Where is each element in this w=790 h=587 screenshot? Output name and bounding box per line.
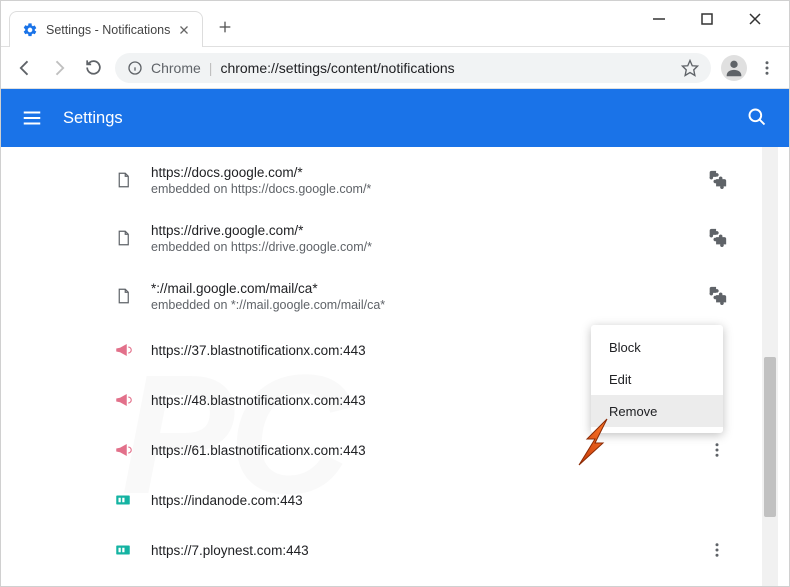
omnibox-path: chrome://settings/content/notifications [220,60,454,76]
site-embedded-label: embedded on https://docs.google.com/* [151,182,687,196]
site-url: https://indanode.com:443 [151,493,687,508]
forward-button[interactable] [47,56,71,80]
site-row[interactable]: https://docs.google.com/* embedded on htt… [113,151,729,209]
extension-icon[interactable] [705,284,729,308]
extension-icon[interactable] [705,168,729,192]
site-favicon-icon [113,286,133,306]
browser-tab[interactable]: Settings - Notifications [9,11,203,47]
site-text: https://drive.google.com/* embedded on ht… [151,223,687,254]
site-row[interactable]: https://indanode.com:443 [113,475,729,525]
menu-icon[interactable] [21,107,43,129]
spacer [705,488,729,512]
site-favicon-icon [113,540,133,560]
site-row[interactable]: https://7.ploynest.com:443 [113,525,729,575]
site-url: *://mail.google.com/mail/ca* [151,281,687,296]
site-url: https://drive.google.com/* [151,223,687,238]
site-text: *://mail.google.com/mail/ca* embedded on … [151,281,687,312]
scrollbar-thumb[interactable] [764,357,776,517]
extension-icon[interactable] [705,226,729,250]
context-menu-item-block[interactable]: Block [591,331,723,363]
site-row[interactable]: *://mail.google.com/mail/ca* embedded on … [113,267,729,325]
site-embedded-label: embedded on https://drive.google.com/* [151,240,687,254]
bookmark-star-icon[interactable] [681,59,699,77]
maximize-button[interactable] [697,9,717,29]
search-icon[interactable] [747,107,769,129]
site-text: https://7.ploynest.com:443 [151,543,687,558]
profile-avatar[interactable] [721,55,747,81]
site-more-button[interactable] [705,538,729,562]
site-text: https://docs.google.com/* embedded on htt… [151,165,687,196]
context-menu-item-edit[interactable]: Edit [591,363,723,395]
site-favicon-icon [113,440,133,460]
minimize-button[interactable] [649,9,669,29]
close-tab-icon[interactable] [178,24,190,36]
back-button[interactable] [13,56,37,80]
window-titlebar: Settings - Notifications [1,1,789,47]
omnibox-host: Chrome [151,60,201,76]
site-favicon-icon [113,490,133,510]
new-tab-button[interactable] [211,13,239,41]
chrome-menu-button[interactable] [757,56,777,80]
site-favicon-icon [113,228,133,248]
site-favicon-icon [113,390,133,410]
site-url: https://7.ploynest.com:443 [151,543,687,558]
omnibox-separator: | [209,60,213,76]
close-window-button[interactable] [745,9,765,29]
site-text: https://indanode.com:443 [151,493,687,508]
annotation-arrow-icon [565,415,625,475]
site-info-icon[interactable] [127,60,143,76]
site-row[interactable]: https://drive.google.com/* embedded on ht… [113,209,729,267]
site-more-button[interactable] [705,438,729,462]
browser-toolbar: Chrome | chrome://settings/content/notif… [1,47,789,89]
settings-gear-icon [22,22,38,38]
site-favicon-icon [113,170,133,190]
window-controls [649,1,789,29]
settings-header: Settings [1,89,789,147]
reload-button[interactable] [81,56,105,80]
site-embedded-label: embedded on *://mail.google.com/mail/ca* [151,298,687,312]
site-url: https://docs.google.com/* [151,165,687,180]
page-title: Settings [63,109,123,128]
scrollbar[interactable] [762,147,778,586]
address-bar[interactable]: Chrome | chrome://settings/content/notif… [115,53,711,83]
tab-title: Settings - Notifications [46,23,170,37]
site-favicon-icon [113,340,133,360]
